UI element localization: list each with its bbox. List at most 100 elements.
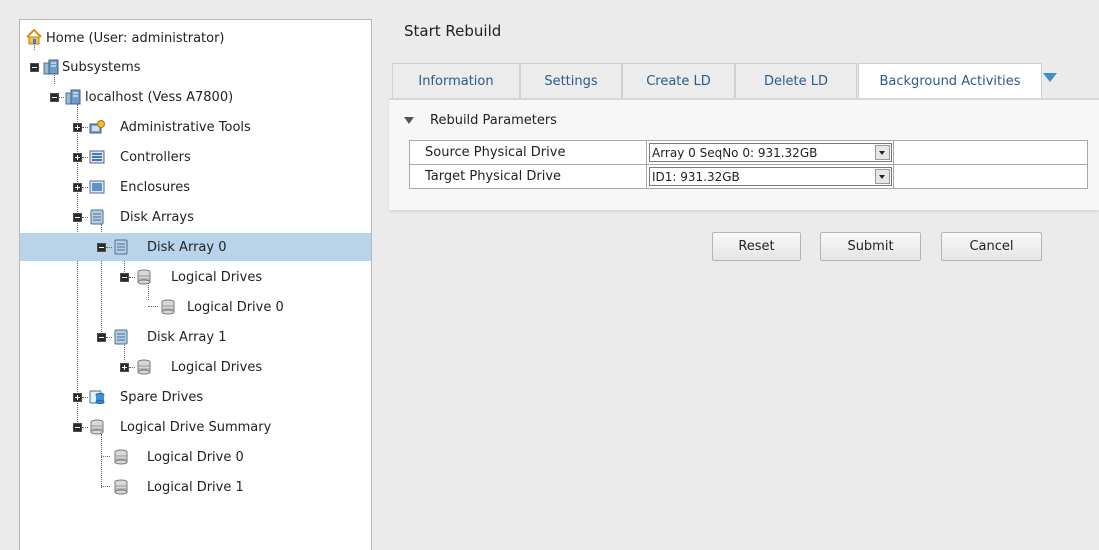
tree-line [129,367,135,368]
tree-line [59,97,64,98]
tree-item-home[interactable]: Home (User: administrator) [20,24,371,52]
tree-line [82,157,88,158]
tree-item-disk-array-0[interactable]: Disk Array 0 [20,233,371,261]
tree-item-controllers[interactable]: Controllers [20,143,371,171]
tree-item-logical-drive-0[interactable]: Logical Drive 0 [20,293,371,321]
tree-line [106,337,112,338]
chevron-down-icon[interactable] [875,169,890,184]
expand-icon[interactable] [73,393,82,402]
tree-line [82,187,88,188]
tree-item-logical-drive-summary[interactable]: Logical Drive Summary [20,413,371,441]
tree-item-administrative-tools[interactable]: Administrative Tools [20,113,371,141]
target-drive-value: ID1: 931.32GB [652,169,740,184]
target-drive-label: Target Physical Drive [409,164,647,189]
tab-delete-ld[interactable]: Delete LD [735,63,857,98]
logical-drive-icon [114,449,128,465]
tree-line [82,217,88,218]
source-drive-select[interactable]: Array 0 SeqNo 0: 931.32GB [649,143,892,162]
tree-item-summary-logical-drive-1[interactable]: Logical Drive 1 [20,473,371,501]
tree-item-label: Subsystems [62,59,141,75]
tree-line [148,306,158,307]
logical-drives-icon [137,269,151,285]
tree-line [82,127,88,128]
server-icon [65,89,81,105]
table-row: Target Physical Drive ID1: 931.32GB [409,164,1088,189]
tree-line [101,456,110,457]
target-drive-select[interactable]: ID1: 931.32GB [649,167,892,186]
collapse-icon[interactable] [97,243,106,252]
tree-item-label: Logical Drives [171,269,263,285]
tree-item-logical-drives[interactable]: Logical Drives [20,353,371,381]
tree-item-label: Administrative Tools [120,119,251,135]
collapse-icon[interactable] [73,423,82,432]
tree-item-label: Disk Array 0 [147,239,227,255]
tree-line [106,247,112,248]
section-collapse-icon[interactable] [404,117,414,124]
tree-item-label: Logical Drives [171,359,263,375]
tree-item-enclosures[interactable]: Enclosures [20,173,371,201]
chevron-down-icon[interactable] [875,145,890,160]
home-icon [26,29,42,45]
table-row: Source Physical Drive Array 0 SeqNo 0: 9… [409,140,1088,165]
tree-item-subsystems[interactable]: Subsystems [20,53,371,81]
tree-line [101,486,110,487]
tab-menu-dropdown-icon[interactable] [1043,73,1057,82]
tree-item-label: Spare Drives [120,389,204,405]
disk-array-icon [114,239,128,255]
tree-item-label: Logical Drive Summary [120,419,272,435]
tree-item-localhost[interactable]: localhost (Vess A7800) [20,83,371,111]
tree-item-disk-array-1[interactable]: Disk Array 1 [20,323,371,351]
collapse-icon[interactable] [30,63,39,72]
expand-icon[interactable] [120,363,129,372]
tab-information[interactable]: Information [392,63,520,98]
logical-drives-icon [137,359,151,375]
section-title: Rebuild Parameters [430,113,557,128]
tab-settings[interactable]: Settings [520,63,622,98]
tree-item-label: Disk Arrays [120,209,194,225]
controller-icon [89,150,105,164]
tree-item-label: Enclosures [120,179,191,195]
tree-item-logical-drives[interactable]: Logical Drives [20,263,371,291]
tree-item-label: Logical Drive 0 [187,299,284,315]
source-drive-label: Source Physical Drive [409,140,647,165]
page-title: Start Rebuild [404,22,502,40]
collapse-icon[interactable] [50,93,59,102]
enclosure-icon [89,180,105,194]
logical-drive-icon [114,479,128,495]
collapse-icon[interactable] [97,333,106,342]
tree-item-label: Home (User: administrator) [46,30,225,46]
collapse-icon[interactable] [73,213,82,222]
reset-button[interactable]: Reset [712,232,801,261]
expand-icon[interactable] [73,183,82,192]
subsystem-icon [43,59,59,75]
logical-drive-icon [161,299,175,315]
target-drive-cell: ID1: 931.32GB [646,164,894,189]
tree-line [129,277,135,278]
expand-icon[interactable] [73,153,82,162]
tree-item-spare-drives[interactable]: Spare Drives [20,383,371,411]
spare-drives-icon [89,390,105,404]
source-drive-value: Array 0 SeqNo 0: 931.32GB [652,145,818,160]
rebuild-parameters-table: Source Physical Drive Array 0 SeqNo 0: 9… [409,140,1088,189]
expand-icon[interactable] [73,123,82,132]
tree-item-disk-arrays[interactable]: Disk Arrays [20,203,371,231]
tab-background-activities[interactable]: Background Activities [858,63,1042,99]
cancel-button[interactable]: Cancel [941,232,1042,261]
logical-drive-summary-icon [90,419,104,435]
tree-item-summary-logical-drive-0[interactable]: Logical Drive 0 [20,443,371,471]
tree-line [82,427,88,428]
source-drive-cell: Array 0 SeqNo 0: 931.32GB [646,140,894,165]
empty-cell [893,164,1088,189]
collapse-icon[interactable] [120,273,129,282]
admin-tools-icon [89,120,105,134]
tree-item-label: Disk Array 1 [147,329,227,345]
disk-arrays-icon [90,209,104,225]
tree-item-label: Controllers [120,149,191,165]
tree-item-label: Logical Drive 0 [147,449,244,465]
submit-button[interactable]: Submit [820,232,921,261]
disk-array-icon [114,329,128,345]
tab-create-ld[interactable]: Create LD [622,63,735,98]
tree-item-label: localhost (Vess A7800) [85,89,234,105]
empty-cell [893,140,1088,165]
navigation-tree: Home (User: administrator) Subsystems lo… [19,19,372,550]
